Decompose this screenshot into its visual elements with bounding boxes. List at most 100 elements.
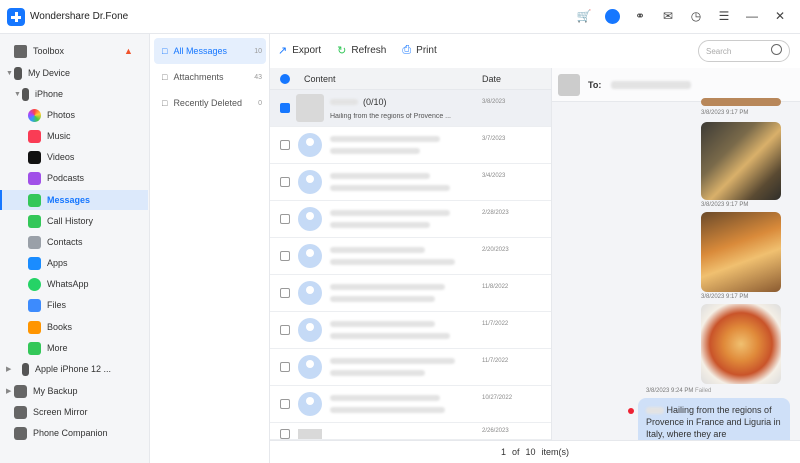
menu-icon[interactable]: ☰	[716, 8, 732, 24]
row-checkbox[interactable]	[280, 399, 290, 409]
column-header-date[interactable]: Date	[482, 74, 501, 84]
category-label: Attachments	[173, 72, 224, 82]
message-bubble[interactable]: Hailing from the regions of Provence in …	[638, 398, 790, 440]
table-row[interactable]: 11/7/2022	[270, 312, 551, 349]
table-row[interactable]: 11/7/2022	[270, 349, 551, 386]
sidebar-item-music[interactable]: Music	[0, 126, 148, 146]
row-title: (0/10)	[363, 96, 387, 107]
sidebar-item-label: Phone Companion	[33, 428, 108, 438]
sidebar-item-files[interactable]: Files	[0, 295, 148, 315]
row-checkbox[interactable]	[280, 140, 290, 150]
category-all-messages[interactable]: □ All Messages 10	[154, 38, 266, 64]
more-grid-icon	[28, 341, 41, 355]
sidebar-item-contacts[interactable]: Contacts	[0, 232, 148, 252]
current-page[interactable]: 1	[501, 447, 506, 457]
row-preview: Hailing from the regions of Provence ...	[330, 112, 452, 120]
sidebar-item-apple-iphone-12[interactable]: ▶ Apple iPhone 12 ...	[0, 359, 148, 379]
row-checkbox[interactable]	[280, 288, 290, 298]
message-timestamp: 3/8/2023 9:17 PM	[701, 294, 749, 300]
sidebar-item-photos[interactable]: Photos	[0, 105, 148, 125]
export-button[interactable]: ↗ Export	[278, 44, 321, 57]
sidebar-item-call-history[interactable]: Call History	[0, 211, 148, 231]
sidebar-item-apps[interactable]: Apps	[0, 253, 148, 273]
table-row[interactable]: 10/27/2022	[270, 386, 551, 423]
table-row[interactable]: 2/26/2023	[270, 423, 551, 440]
sidebar-item-label: My Device	[28, 68, 71, 78]
table-row[interactable]: 2/28/2023	[270, 201, 551, 238]
chevron-right-icon[interactable]: ▶	[6, 387, 14, 395]
table-row[interactable]: 3/7/2023	[270, 127, 551, 164]
table-row[interactable]: 3/4/2023	[270, 164, 551, 201]
sidebar-item-label: Apple iPhone 12 ...	[35, 364, 112, 374]
sidebar-item-whatsapp[interactable]: WhatsApp	[0, 274, 148, 294]
category-attachments[interactable]: □ Attachments 43	[154, 64, 266, 90]
chevron-right-icon[interactable]: ▶	[6, 365, 14, 373]
messages-icon	[28, 193, 41, 207]
history-icon[interactable]: ◷	[688, 8, 704, 24]
category-count: 43	[254, 73, 262, 81]
print-icon: ⎙	[402, 43, 412, 56]
message-category-panel: □ All Messages 10 □ Attachments 43 □ Rec…	[150, 34, 270, 463]
row-date: 2/28/2023	[482, 210, 509, 216]
close-icon[interactable]: ✕	[772, 8, 788, 24]
sidebar-item-iphone[interactable]: ▼ iPhone	[0, 84, 148, 104]
row-date: 3/4/2023	[482, 173, 506, 179]
search-icon[interactable]	[771, 44, 782, 55]
message-photo[interactable]	[701, 98, 781, 106]
contact-avatar	[298, 133, 322, 157]
podcasts-icon	[28, 171, 41, 185]
column-header-content[interactable]: Content	[304, 74, 336, 84]
failed-label: Failed	[695, 388, 712, 394]
print-button[interactable]: ⎙ Print	[402, 44, 436, 57]
refresh-button[interactable]: ↻ Refresh	[337, 44, 386, 57]
table-row[interactable]: 2/20/2023	[270, 238, 551, 275]
row-checkbox[interactable]	[280, 103, 290, 113]
sidebar-item-podcasts[interactable]: Podcasts	[0, 168, 148, 188]
support-headset-icon[interactable]: ⚭	[632, 8, 648, 24]
device-icon	[14, 66, 22, 80]
sidebar-item-my-backup[interactable]: ▶ My Backup	[0, 381, 148, 401]
sidebar-item-label: Messages	[47, 195, 91, 205]
recipient-label: To:	[588, 79, 602, 90]
drfone-logo-icon	[7, 7, 25, 26]
table-row[interactable]: 11/8/2022	[270, 275, 551, 312]
row-checkbox[interactable]	[280, 214, 290, 224]
row-checkbox[interactable]	[280, 325, 290, 335]
tv-icon	[28, 150, 41, 164]
sidebar-item-more[interactable]: More	[0, 338, 148, 358]
sidebar-item-label: My Backup	[33, 386, 78, 396]
row-checkbox[interactable]	[280, 362, 290, 372]
cart-icon[interactable]: 🛒	[576, 8, 592, 24]
sidebar-item-screen-mirror[interactable]: Screen Mirror	[0, 402, 148, 422]
trash-icon: □	[162, 98, 168, 108]
chevron-down-icon[interactable]: ▼	[6, 70, 14, 77]
account-icon[interactable]	[604, 8, 620, 24]
chevron-down-icon[interactable]: ▼	[14, 91, 22, 98]
sidebar-item-phone-companion[interactable]: Phone Companion	[0, 423, 148, 443]
category-recently-deleted[interactable]: □ Recently Deleted 0	[154, 90, 266, 116]
mail-icon[interactable]: ✉	[660, 8, 676, 24]
message-timestamp: 3/8/2023 9:17 PM	[701, 110, 749, 116]
sidebar-item-videos[interactable]: Videos	[0, 147, 148, 167]
sidebar-item-books[interactable]: Books	[0, 317, 148, 337]
message-photo[interactable]	[701, 304, 781, 384]
sidebar-item-my-device[interactable]: ▼ My Device	[0, 63, 148, 83]
refresh-label: Refresh	[351, 44, 387, 56]
message-photo[interactable]	[701, 122, 781, 200]
row-date: 2/20/2023	[482, 247, 509, 253]
search-input[interactable]: Search	[698, 40, 790, 62]
message-photo[interactable]	[701, 212, 781, 292]
pagination: 1 of 10 item(s)	[270, 440, 800, 463]
sidebar-item-toolbox[interactable]: Toolbox ▲	[0, 41, 148, 61]
row-checkbox[interactable]	[280, 177, 290, 187]
sidebar-item-messages[interactable]: Messages	[0, 190, 148, 210]
row-checkbox[interactable]	[280, 251, 290, 261]
table-row[interactable]: (0/10) Hailing from the regions of Prove…	[270, 90, 551, 127]
sidebar-item-label: Books	[47, 322, 73, 332]
recipient-name	[611, 80, 692, 89]
phone-companion-icon	[14, 426, 27, 440]
select-all-checkbox[interactable]	[280, 73, 290, 84]
row-checkbox[interactable]	[280, 429, 290, 439]
minimize-icon[interactable]: —	[744, 8, 760, 24]
sidebar-item-label: Toolbox	[33, 46, 65, 56]
